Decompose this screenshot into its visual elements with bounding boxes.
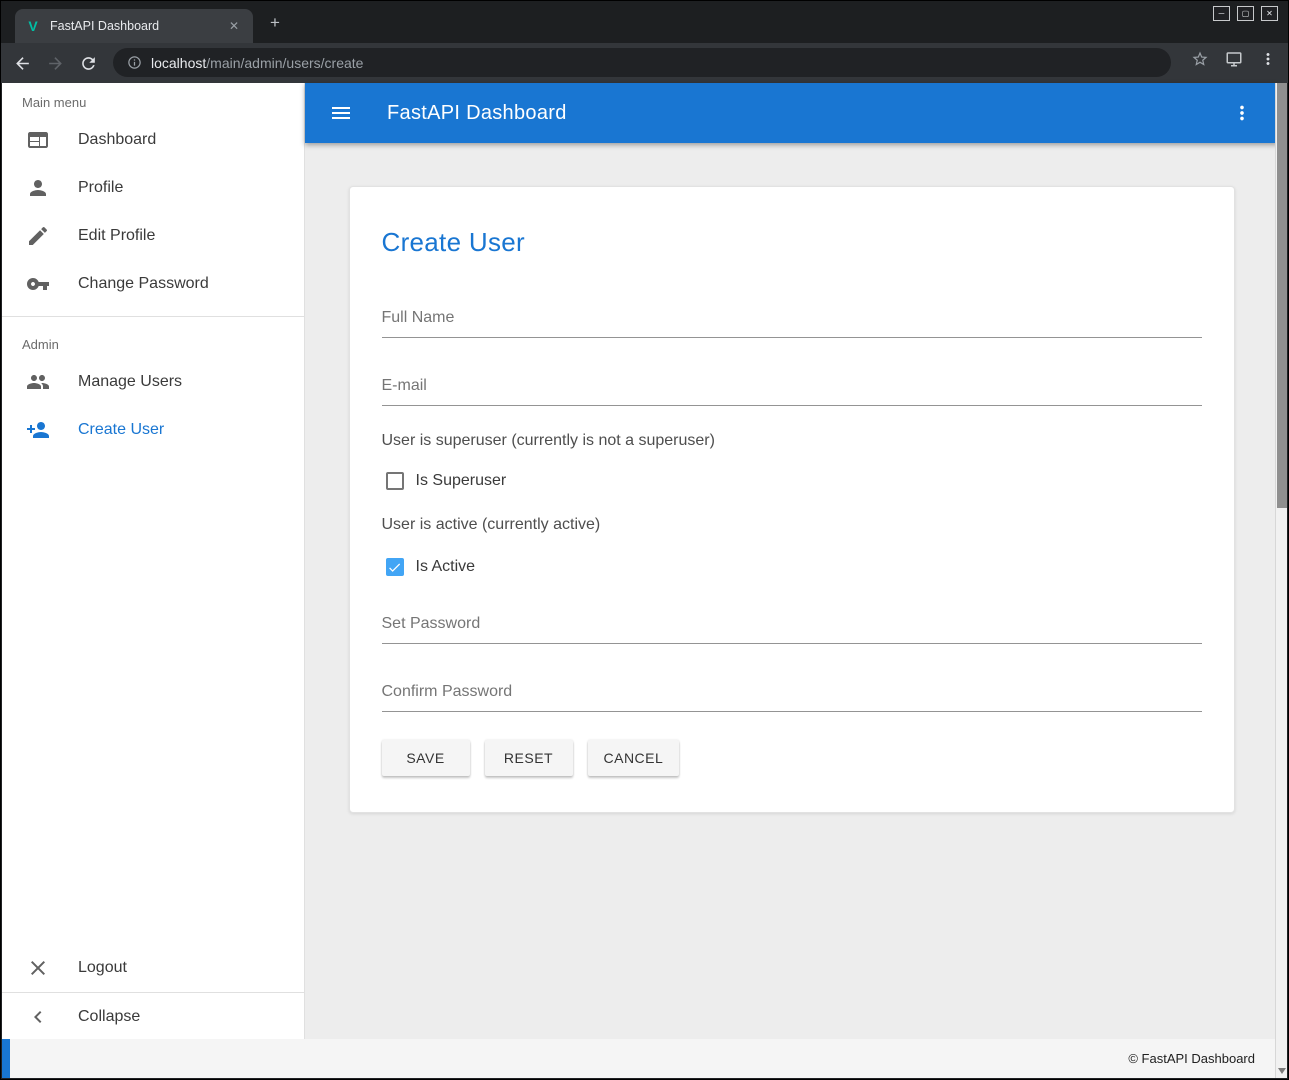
full-name-field-wrap bbox=[382, 298, 1202, 338]
sidebar-item-manage-users[interactable]: Manage Users bbox=[2, 358, 304, 406]
browser-menu-kebab-icon[interactable] bbox=[1256, 47, 1280, 71]
key-icon bbox=[26, 272, 50, 296]
app-bar: FastAPI Dashboard bbox=[305, 83, 1278, 143]
address-bar[interactable]: localhost/main/admin/users/create bbox=[113, 48, 1171, 77]
sidebar-item-label: Collapse bbox=[78, 1008, 140, 1026]
checkbox-unchecked-icon[interactable] bbox=[386, 472, 404, 490]
hamburger-menu-icon[interactable] bbox=[323, 95, 359, 131]
url-host: localhost bbox=[151, 55, 206, 71]
vuetify-logo-icon: V bbox=[25, 18, 41, 34]
email-input[interactable] bbox=[382, 366, 1202, 406]
page-title: Create User bbox=[382, 227, 1202, 258]
reset-button[interactable]: RESET bbox=[485, 740, 573, 776]
sidebar-item-dashboard[interactable]: Dashboard bbox=[2, 116, 304, 164]
sidebar-item-profile[interactable]: Profile bbox=[2, 164, 304, 212]
confirm-password-field-wrap bbox=[382, 672, 1202, 712]
sidebar-item-edit-profile[interactable]: Edit Profile bbox=[2, 212, 304, 260]
back-icon[interactable] bbox=[10, 51, 34, 75]
appbar-kebab-icon[interactable] bbox=[1224, 95, 1260, 131]
tab-title: FastAPI Dashboard bbox=[50, 19, 225, 33]
url-path: /main/admin/users/create bbox=[206, 55, 363, 71]
extension-icon[interactable] bbox=[1222, 47, 1246, 71]
full-name-input[interactable] bbox=[382, 298, 1202, 338]
sidebar-item-logout[interactable]: Logout bbox=[2, 944, 304, 992]
checkbox-checked-icon[interactable] bbox=[386, 558, 404, 576]
sidebar-divider bbox=[2, 316, 304, 317]
dashboard-icon bbox=[26, 128, 50, 152]
save-button[interactable]: SAVE bbox=[382, 740, 470, 776]
sidebar-item-label: Change Password bbox=[78, 275, 209, 293]
window-controls: ─ ▢ ✕ bbox=[1213, 6, 1278, 21]
scrollbar-thumb[interactable] bbox=[1277, 83, 1287, 508]
maximize-button[interactable]: ▢ bbox=[1237, 6, 1254, 21]
new-tab-button[interactable]: + bbox=[265, 13, 285, 33]
is-active-label[interactable]: Is Active bbox=[416, 558, 476, 576]
cancel-button[interactable]: CANCEL bbox=[588, 740, 680, 776]
browser-window: V FastAPI Dashboard ✕ + ─ ▢ ✕ localhost/… bbox=[0, 0, 1289, 1080]
forward-icon[interactable] bbox=[43, 51, 67, 75]
email-field-wrap bbox=[382, 366, 1202, 406]
confirm-password-input[interactable] bbox=[382, 672, 1202, 712]
sidebar-item-label: Edit Profile bbox=[78, 227, 155, 245]
sidebar-item-label: Manage Users bbox=[78, 373, 182, 391]
chevron-left-icon bbox=[26, 1005, 50, 1029]
appbar-title: FastAPI Dashboard bbox=[387, 102, 567, 125]
tab-strip: V FastAPI Dashboard ✕ + ─ ▢ ✕ bbox=[1, 1, 1288, 43]
footer-copyright: © FastAPI Dashboard bbox=[10, 1039, 1287, 1078]
close-button[interactable]: ✕ bbox=[1261, 6, 1278, 21]
pencil-icon bbox=[26, 224, 50, 248]
sidebar-item-collapse[interactable]: Collapse bbox=[2, 993, 304, 1041]
person-add-icon bbox=[26, 418, 50, 442]
sidebar-item-label: Logout bbox=[78, 959, 127, 977]
tab-close-icon[interactable]: ✕ bbox=[225, 17, 243, 35]
sidebar-item-label: Create User bbox=[78, 421, 164, 439]
people-icon bbox=[26, 370, 50, 394]
form-buttons: SAVE RESET CANCEL bbox=[382, 740, 1202, 776]
sidebar-item-create-user[interactable]: Create User bbox=[2, 406, 304, 454]
password-field-wrap bbox=[382, 604, 1202, 644]
is-superuser-label[interactable]: Is Superuser bbox=[416, 472, 507, 490]
main-content: Create User User is superuser (currently… bbox=[305, 143, 1278, 1041]
minimize-button[interactable]: ─ bbox=[1213, 6, 1230, 21]
sidebar: Main menu Dashboard Profile Edit Profile… bbox=[2, 83, 305, 1041]
toolbar-right bbox=[1178, 47, 1280, 71]
sidebar-item-change-password[interactable]: Change Password bbox=[2, 260, 304, 308]
person-icon bbox=[26, 176, 50, 200]
sidebar-item-label: Dashboard bbox=[78, 131, 156, 149]
superuser-hint: User is superuser (currently is not a su… bbox=[382, 432, 1202, 450]
scrollbar-down-arrow-icon[interactable] bbox=[1278, 1068, 1286, 1074]
sidebar-section-main: Main menu bbox=[2, 83, 304, 116]
scrollbar-track[interactable] bbox=[1275, 83, 1287, 1078]
sidebar-item-label: Profile bbox=[78, 179, 123, 197]
page-info-icon[interactable] bbox=[127, 55, 142, 70]
close-x-icon bbox=[26, 956, 50, 980]
sidebar-section-admin: Admin bbox=[2, 325, 304, 358]
is-superuser-checkbox-row[interactable]: Is Superuser bbox=[386, 472, 1202, 490]
bookmark-star-icon[interactable] bbox=[1188, 47, 1212, 71]
active-hint: User is active (currently active) bbox=[382, 516, 1202, 534]
app-footer: © FastAPI Dashboard bbox=[2, 1039, 1287, 1078]
create-user-card: Create User User is superuser (currently… bbox=[349, 186, 1235, 813]
reload-icon[interactable] bbox=[76, 51, 100, 75]
set-password-input[interactable] bbox=[382, 604, 1202, 644]
browser-tab[interactable]: V FastAPI Dashboard ✕ bbox=[15, 9, 253, 43]
sidebar-bottom: Logout Collapse bbox=[2, 944, 304, 1041]
is-active-checkbox-row[interactable]: Is Active bbox=[386, 558, 1202, 576]
